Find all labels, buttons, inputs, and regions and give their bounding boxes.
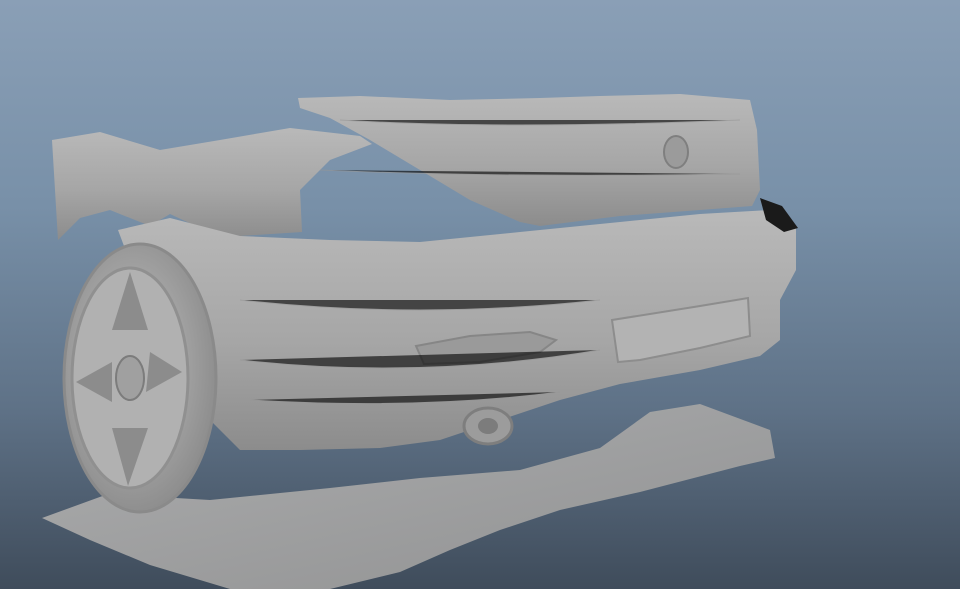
rear-wheel (62, 242, 218, 514)
exhaust-opening (478, 418, 498, 434)
rear-badge (663, 135, 689, 169)
scan-mesh-render (42, 94, 798, 589)
rear-glass-panel (298, 94, 760, 226)
rear-fender-panel (52, 128, 372, 240)
3d-viewport[interactable] (0, 0, 960, 589)
